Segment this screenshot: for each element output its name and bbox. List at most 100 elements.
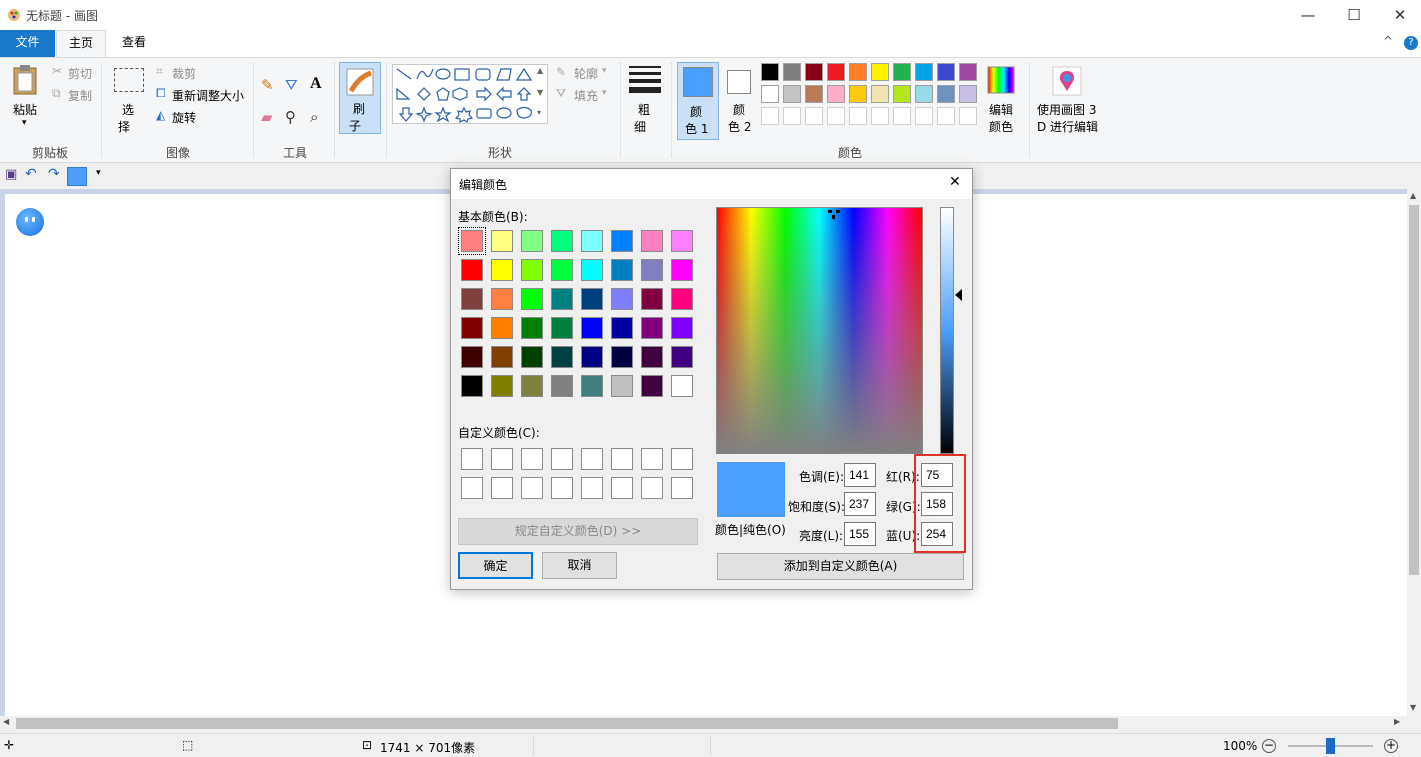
custom-color-swatch[interactable] bbox=[641, 477, 663, 499]
palette-color-swatch[interactable] bbox=[849, 63, 867, 81]
basic-color-swatch[interactable] bbox=[581, 346, 603, 368]
ok-button[interactable]: 确定 bbox=[458, 552, 533, 579]
basic-color-swatch[interactable] bbox=[551, 259, 573, 281]
palette-color-swatch[interactable] bbox=[783, 85, 801, 103]
basic-color-swatch[interactable] bbox=[521, 230, 543, 252]
basic-color-swatch[interactable] bbox=[491, 288, 513, 310]
basic-color-swatch[interactable] bbox=[521, 259, 543, 281]
color1-button[interactable]: 颜 色 1 bbox=[677, 62, 719, 140]
luminance-input[interactable]: 155 bbox=[844, 522, 876, 546]
horizontal-scroll-thumb[interactable] bbox=[16, 718, 1118, 729]
palette-color-swatch[interactable] bbox=[959, 63, 977, 81]
crop-button[interactable]: 裁剪 bbox=[172, 65, 196, 82]
palette-empty-swatch[interactable] bbox=[805, 107, 823, 125]
basic-color-swatch[interactable] bbox=[551, 346, 573, 368]
close-window-button[interactable]: ✕ bbox=[1377, 0, 1421, 30]
brushes-button[interactable]: 刷 子 bbox=[339, 62, 381, 134]
palette-color-swatch[interactable] bbox=[827, 63, 845, 81]
palette-empty-swatch[interactable] bbox=[761, 107, 779, 125]
saturation-input[interactable]: 237 bbox=[844, 492, 876, 516]
palette-color-swatch[interactable] bbox=[761, 85, 779, 103]
cut-button[interactable]: 剪切 bbox=[68, 65, 92, 82]
basic-color-swatch[interactable] bbox=[641, 346, 663, 368]
basic-color-swatch[interactable] bbox=[671, 259, 693, 281]
tab-view[interactable]: 查看 bbox=[110, 30, 158, 57]
basic-color-swatch[interactable] bbox=[461, 259, 483, 281]
outline-button[interactable]: 轮廓 bbox=[574, 65, 598, 82]
basic-color-swatch[interactable] bbox=[641, 259, 663, 281]
basic-color-swatch[interactable] bbox=[611, 288, 633, 310]
hue-input[interactable]: 141 bbox=[844, 463, 876, 487]
basic-color-swatch[interactable] bbox=[551, 375, 573, 397]
outline-dropdown-icon[interactable]: ▾ bbox=[602, 66, 607, 76]
size-button-line2[interactable]: 细 bbox=[634, 118, 646, 135]
color2-button[interactable]: 颜 bbox=[733, 101, 745, 118]
palette-color-swatch[interactable] bbox=[871, 63, 889, 81]
custom-color-swatch[interactable] bbox=[551, 448, 573, 470]
scroll-down-icon[interactable]: ▼ bbox=[1410, 703, 1416, 712]
palette-empty-swatch[interactable] bbox=[959, 107, 977, 125]
basic-color-swatch[interactable] bbox=[491, 375, 513, 397]
basic-color-swatch[interactable] bbox=[521, 346, 543, 368]
basic-color-swatch[interactable] bbox=[581, 230, 603, 252]
basic-color-swatch[interactable] bbox=[521, 375, 543, 397]
copy-button[interactable]: 复制 bbox=[68, 87, 92, 104]
magnifier-icon[interactable]: ⌕ bbox=[310, 108, 318, 126]
custom-color-swatch[interactable] bbox=[551, 477, 573, 499]
palette-color-swatch[interactable] bbox=[849, 85, 867, 103]
size-button[interactable]: 粗 bbox=[638, 101, 650, 118]
palette-color-swatch[interactable] bbox=[915, 63, 933, 81]
basic-color-swatch[interactable] bbox=[458, 227, 486, 255]
add-to-custom-colors-button[interactable]: 添加到自定义颜色(A) bbox=[717, 553, 964, 580]
luminance-arrow-icon[interactable] bbox=[955, 289, 962, 301]
collapse-ribbon-button[interactable]: ^ bbox=[1383, 34, 1397, 50]
custom-color-swatch[interactable] bbox=[461, 477, 483, 499]
palette-empty-swatch[interactable] bbox=[827, 107, 845, 125]
custom-color-swatch[interactable] bbox=[461, 448, 483, 470]
custom-color-swatch[interactable] bbox=[521, 477, 543, 499]
basic-color-swatch[interactable] bbox=[581, 317, 603, 339]
edit-colors-button-line2[interactable]: 颜色 bbox=[989, 118, 1013, 135]
basic-color-swatch[interactable] bbox=[671, 346, 693, 368]
basic-color-swatch[interactable] bbox=[671, 317, 693, 339]
basic-color-swatch[interactable] bbox=[491, 230, 513, 252]
paint3d-button-line2[interactable]: D 进行编辑 bbox=[1037, 118, 1098, 135]
shapes-more-icon[interactable]: ▾ bbox=[537, 108, 541, 117]
basic-color-swatch[interactable] bbox=[671, 230, 693, 252]
color2-button-line2[interactable]: 色 2 bbox=[728, 118, 751, 135]
basic-color-swatch[interactable] bbox=[551, 317, 573, 339]
customize-qat-icon[interactable]: ▾ bbox=[96, 168, 101, 178]
basic-color-swatch[interactable] bbox=[671, 375, 693, 397]
palette-color-swatch[interactable] bbox=[827, 85, 845, 103]
undo-icon[interactable]: ↶ bbox=[25, 166, 37, 182]
color-spectrum[interactable] bbox=[716, 207, 923, 454]
maximize-button[interactable]: ☐ bbox=[1331, 0, 1377, 30]
basic-color-swatch[interactable] bbox=[641, 317, 663, 339]
zoom-slider-thumb[interactable] bbox=[1326, 738, 1335, 754]
basic-color-swatch[interactable] bbox=[551, 288, 573, 310]
palette-color-swatch[interactable] bbox=[783, 63, 801, 81]
scroll-up-icon[interactable]: ▲ bbox=[1410, 191, 1416, 200]
scroll-left-icon[interactable]: ◀ bbox=[3, 717, 9, 726]
rotate-button[interactable]: 旋转 bbox=[172, 109, 196, 126]
fill-dropdown-icon[interactable]: ▾ bbox=[602, 88, 607, 98]
dialog-close-icon[interactable]: ✕ bbox=[949, 174, 961, 190]
luminance-bar[interactable] bbox=[940, 207, 954, 454]
cancel-button[interactable]: 取消 bbox=[542, 552, 617, 579]
palette-color-swatch[interactable] bbox=[937, 85, 955, 103]
help-button[interactable]: ? bbox=[1404, 36, 1418, 50]
basic-color-swatch[interactable] bbox=[581, 288, 603, 310]
palette-color-swatch[interactable] bbox=[871, 85, 889, 103]
custom-color-swatch[interactable] bbox=[611, 448, 633, 470]
basic-color-swatch[interactable] bbox=[611, 317, 633, 339]
select-button[interactable]: 选 bbox=[122, 101, 134, 118]
palette-color-swatch[interactable] bbox=[805, 85, 823, 103]
paste-dropdown-icon[interactable]: ▾ bbox=[22, 118, 27, 128]
custom-color-swatch[interactable] bbox=[581, 477, 603, 499]
custom-color-swatch[interactable] bbox=[491, 477, 513, 499]
custom-color-swatch[interactable] bbox=[671, 448, 693, 470]
shapes-scroll-up-icon[interactable]: ▲ bbox=[537, 66, 543, 75]
palette-empty-swatch[interactable] bbox=[893, 107, 911, 125]
basic-color-swatch[interactable] bbox=[461, 317, 483, 339]
basic-color-swatch[interactable] bbox=[491, 346, 513, 368]
